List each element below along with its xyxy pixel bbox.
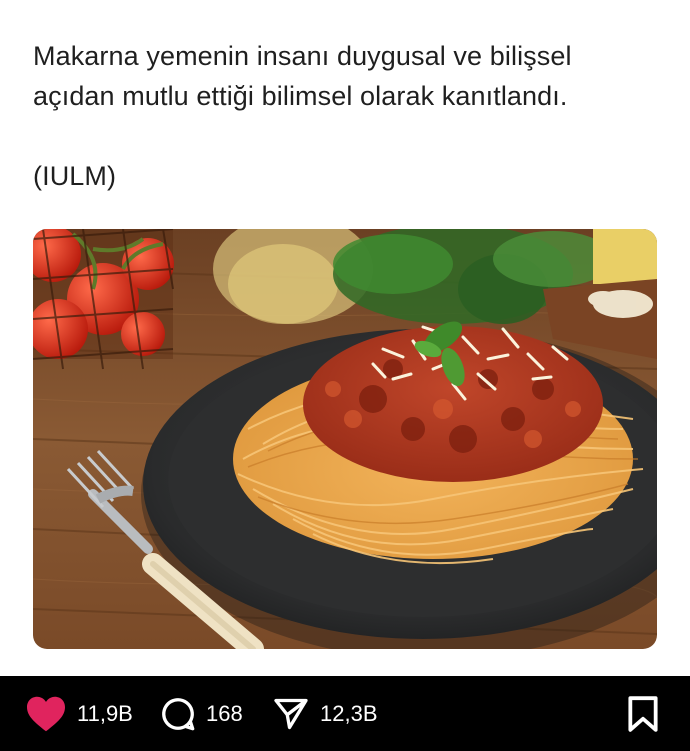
like-count: 11,9B <box>77 700 133 726</box>
speech-bubble-icon <box>160 696 196 732</box>
reply-count: 168 <box>206 700 243 726</box>
post-card: Makarna yemenin insanı duygusal ve biliş… <box>0 0 690 751</box>
reply-button[interactable]: 168 <box>160 676 243 751</box>
bookmark-button[interactable] <box>627 676 659 751</box>
heart-icon <box>25 695 67 733</box>
share-button[interactable]: 12,3B <box>272 676 378 751</box>
bookmark-icon <box>627 695 659 733</box>
share-count: 12,3B <box>320 700 378 726</box>
send-icon <box>272 696 310 732</box>
post-image[interactable] <box>33 229 657 649</box>
spaghetti-photo <box>33 229 657 649</box>
post-text: Makarna yemenin insanı duygusal ve biliş… <box>33 41 572 191</box>
action-bar: 11,9B 168 12,3B <box>0 676 690 751</box>
like-button[interactable]: 11,9B <box>25 676 133 751</box>
